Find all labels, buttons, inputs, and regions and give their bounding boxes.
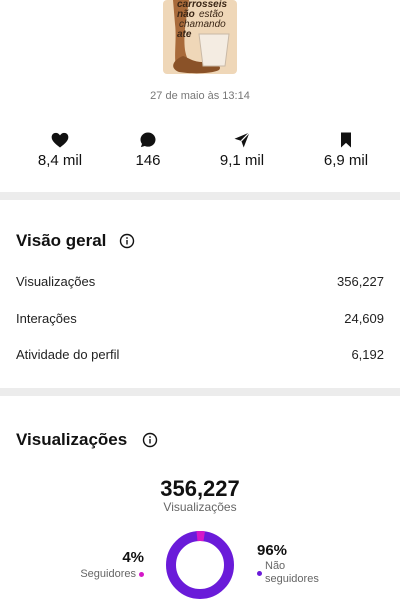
non-followers-dot xyxy=(257,571,262,576)
comment-icon xyxy=(140,132,156,148)
saves-stat[interactable]: 6,9 mil xyxy=(306,130,386,169)
row-value: 6,192 xyxy=(351,347,384,362)
views-total: 356,227 xyxy=(160,476,240,501)
saves-count: 6,9 mil xyxy=(323,152,369,169)
comments-count: 146 xyxy=(135,152,161,169)
bookmark-icon xyxy=(341,132,351,148)
heart-icon xyxy=(51,132,69,148)
followers-legend: Seguidores xyxy=(60,568,144,580)
views-total-label: Visualizações xyxy=(163,500,237,514)
row-label: Visualizações xyxy=(16,274,96,289)
info-icon[interactable] xyxy=(119,233,135,249)
overview-section: Visão geral Visualizações 356,227 Intera… xyxy=(0,200,400,388)
row-value: 24,609 xyxy=(344,311,384,326)
non-followers-legend: Não seguidores xyxy=(257,560,347,586)
row-label: Interações xyxy=(16,311,77,326)
row-value: 356,227 xyxy=(337,274,384,289)
followers-dot xyxy=(139,571,144,577)
post-header-section: carrosseis não estão chamando ate 27 de … xyxy=(0,0,400,192)
non-followers-arc xyxy=(166,531,234,599)
non-followers-percent: 96% xyxy=(257,542,288,559)
likes-count: 8,4 mil xyxy=(37,152,83,169)
views-section: Visualizações 356,227 Visualizações 4% S… xyxy=(0,396,400,600)
post-thumbnail-text: carrosseis não estão chamando ate xyxy=(177,0,228,40)
info-icon[interactable] xyxy=(142,432,158,448)
post-thumbnail[interactable]: carrosseis não estão chamando ate xyxy=(163,0,237,74)
post-date: 27 de maio às 13:14 xyxy=(150,90,250,102)
share-icon xyxy=(234,132,250,148)
comments-stat[interactable]: 146 xyxy=(108,130,188,169)
views-title: Visualizações xyxy=(16,430,128,449)
non-followers-label: Não seguidores xyxy=(265,560,319,585)
followers-label: Seguidores xyxy=(80,568,136,580)
followers-percent: 4% xyxy=(122,549,144,566)
shares-count: 9,1 mil xyxy=(219,152,265,169)
likes-stat[interactable]: 8,4 mil xyxy=(20,130,100,169)
shares-stat[interactable]: 9,1 mil xyxy=(202,130,282,169)
overview-title: Visão geral xyxy=(16,231,107,250)
views-donut-chart xyxy=(166,531,234,599)
row-label: Atividade do perfil xyxy=(16,347,120,362)
